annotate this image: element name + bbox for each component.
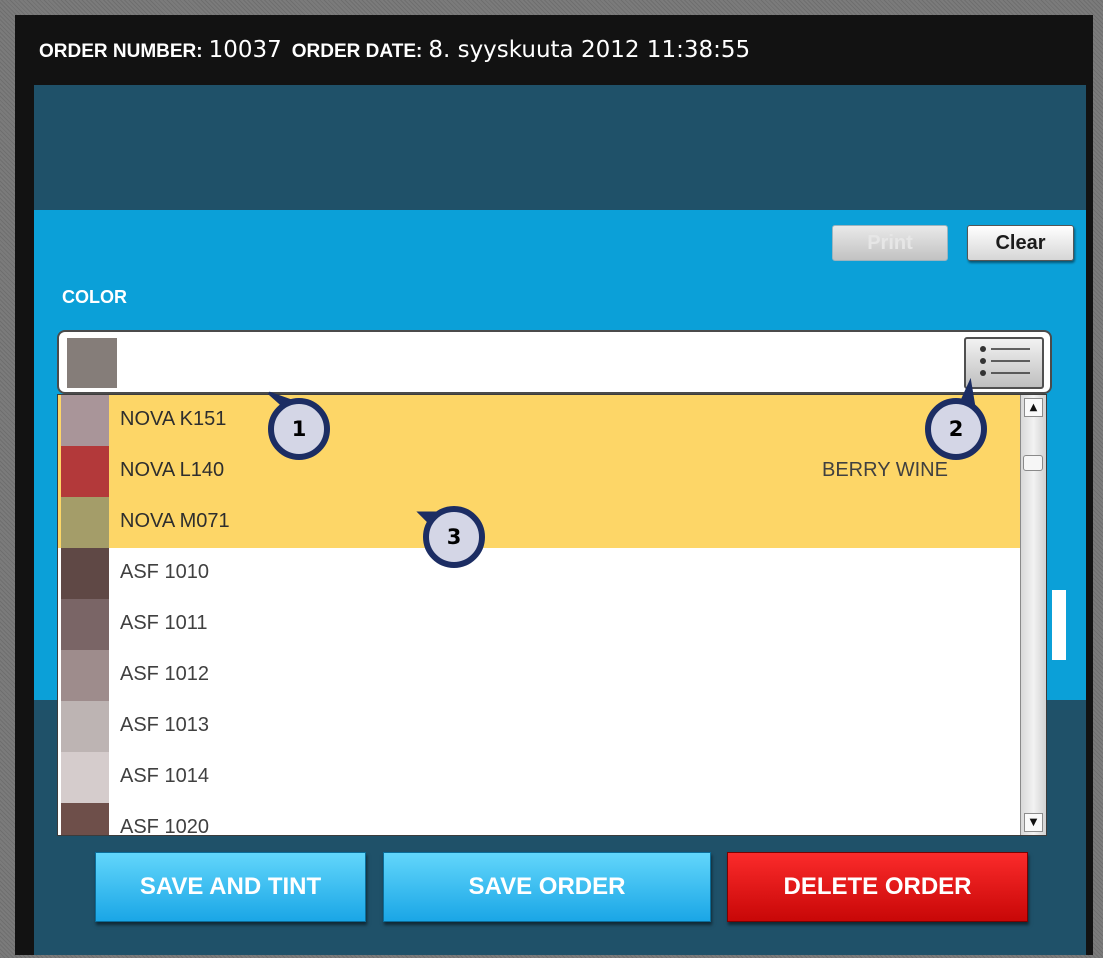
color-swatch	[61, 650, 109, 701]
delete-order-button[interactable]: DELETE ORDER	[727, 852, 1028, 922]
color-list-item[interactable]: NOVA M071	[58, 497, 1020, 548]
color-code: NOVA K151	[120, 408, 227, 430]
order-number: 10037	[208, 37, 282, 63]
color-code: ASF 1012	[120, 663, 209, 685]
color-swatch	[61, 752, 109, 803]
color-list-item[interactable]: ASF 1020	[58, 803, 1020, 836]
scroll-up-arrow[interactable]: ▲	[1024, 398, 1043, 417]
scroll-down-arrow[interactable]: ▼	[1024, 813, 1043, 832]
color-swatch	[61, 446, 109, 497]
color-dropdown-list[interactable]: NOVA K151 NOVA L140 BERRY WINE NOVA M071 ASF…	[57, 394, 1047, 836]
list-icon	[974, 342, 1034, 384]
hidden-field-edge	[1052, 590, 1066, 660]
color-swatch	[61, 497, 109, 548]
color-list-item[interactable]: ASF 1013	[58, 701, 1020, 752]
color-list-item[interactable]: ASF 1010	[58, 548, 1020, 599]
color-list-item[interactable]: ASF 1011	[58, 599, 1020, 650]
color-code: ASF 1010	[120, 561, 209, 583]
color-list-button[interactable]	[964, 337, 1044, 389]
callout-number: 2	[948, 417, 964, 441]
clear-button[interactable]: Clear	[967, 225, 1074, 261]
color-code: ASF 1013	[120, 714, 209, 736]
color-list-item[interactable]: NOVA K151	[58, 395, 1020, 446]
callout-number: 1	[291, 417, 307, 441]
color-swatch	[61, 599, 109, 650]
color-code: ASF 1014	[120, 765, 209, 787]
color-list-item[interactable]: ASF 1012	[58, 650, 1020, 701]
color-swatch	[61, 548, 109, 599]
color-swatch	[61, 803, 109, 835]
order-header: ORDER NUMBER: 10037 ORDER DATE: 8. syyskuut…	[15, 15, 1093, 85]
callout-number: 3	[446, 525, 462, 549]
color-label: COLOR	[62, 287, 127, 307]
color-swatch	[61, 395, 109, 446]
color-list-item[interactable]: ASF 1014	[58, 752, 1020, 803]
order-number-label: ORDER NUMBER:	[39, 41, 203, 62]
color-list-item[interactable]: NOVA L140 BERRY WINE	[58, 446, 1020, 497]
order-info: ORDER NUMBER: 10037 ORDER DATE: 8. syyskuut…	[39, 37, 760, 63]
color-swatch	[61, 701, 109, 752]
order-date-label: ORDER DATE:	[291, 41, 423, 62]
scroll-thumb[interactable]	[1023, 455, 1043, 471]
color-code: NOVA L140	[120, 459, 225, 481]
color-combobox[interactable]	[57, 330, 1052, 394]
color-code: NOVA M071	[120, 510, 230, 532]
color-code: ASF 1020	[120, 816, 209, 836]
print-button[interactable]: Print	[832, 225, 948, 261]
scrollbar[interactable]: ▲ ▼	[1020, 395, 1046, 835]
order-date: 8. syyskuuta 2012 11:38:55	[428, 37, 751, 63]
save-and-tint-button[interactable]: SAVE AND TINT	[95, 852, 366, 922]
selected-color-swatch	[67, 338, 117, 388]
top-band	[34, 85, 1086, 210]
color-code: ASF 1011	[120, 612, 208, 634]
save-order-button[interactable]: SAVE ORDER	[383, 852, 711, 922]
color-name: BERRY WINE	[822, 459, 948, 481]
